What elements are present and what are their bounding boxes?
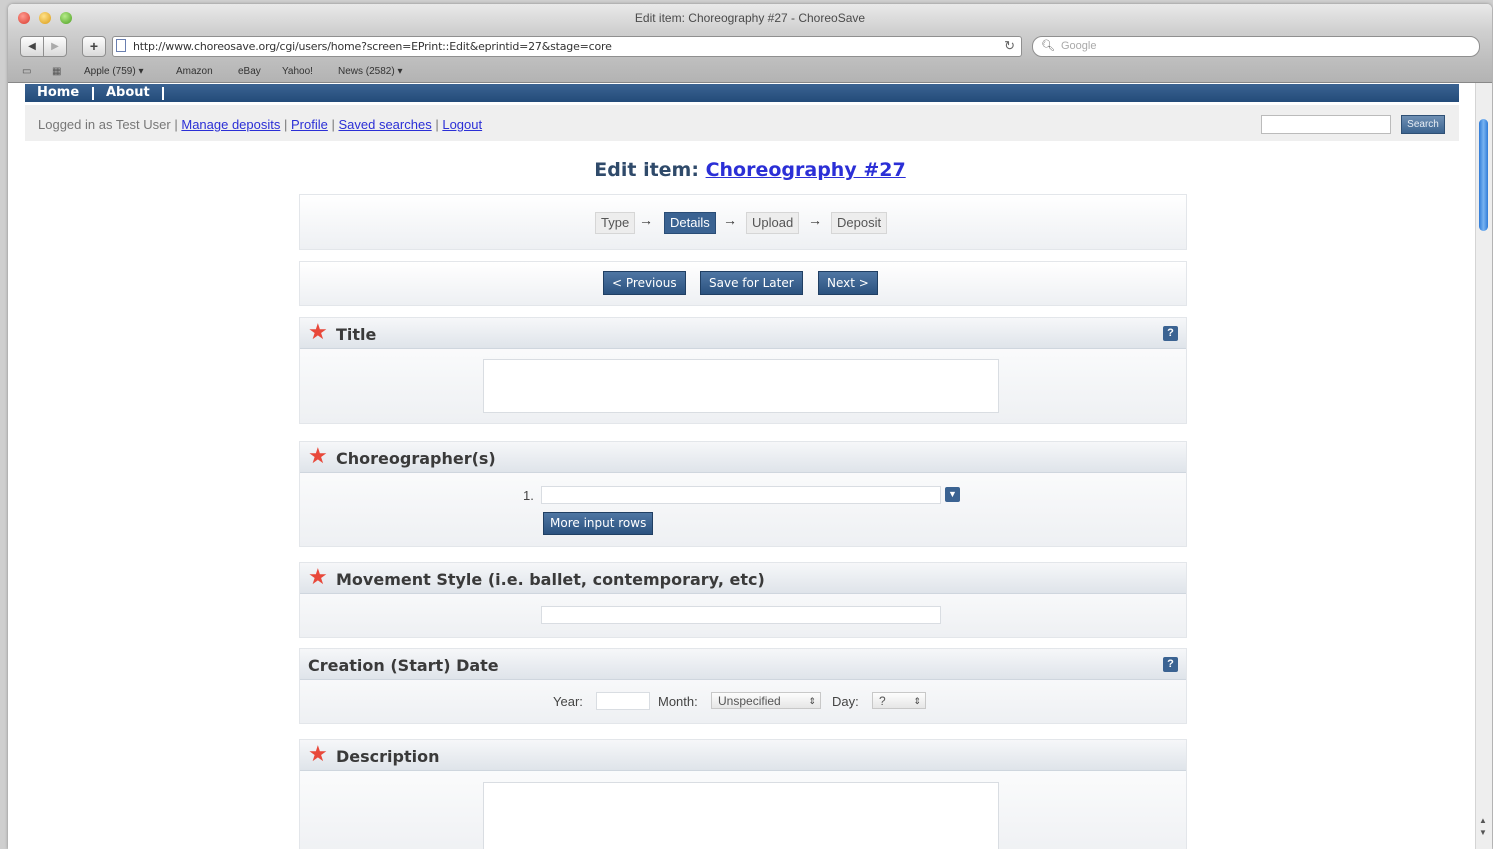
window-title: Edit item: Choreography #27 - ChoreoSave bbox=[634, 11, 866, 25]
section-header: ★ Choreographer(s) bbox=[300, 442, 1186, 473]
bookmark-item[interactable]: News (2582) ▾ bbox=[338, 66, 403, 77]
section-header: ★ Title ? bbox=[300, 318, 1186, 349]
right-arrow-icon: → bbox=[639, 212, 653, 228]
movement-style-label: Movement Style (i.e. ballet, contemporar… bbox=[336, 570, 765, 589]
profile-link[interactable]: Profile bbox=[291, 117, 328, 132]
manage-deposits-link[interactable]: Manage deposits bbox=[181, 117, 280, 132]
month-label: Month: bbox=[658, 694, 698, 709]
back-arrow-icon: ◀ bbox=[28, 41, 36, 52]
required-star-icon: ★ bbox=[308, 564, 328, 589]
select-arrows-icon: ⇕ bbox=[913, 696, 921, 706]
title-textarea[interactable] bbox=[483, 359, 999, 413]
select-arrows-icon: ⇕ bbox=[808, 696, 816, 706]
month-select[interactable]: Unspecified ⇕ bbox=[711, 692, 821, 709]
magnifier-icon: 🔍︎ bbox=[1041, 40, 1055, 52]
reading-list-icon[interactable]: ▭ bbox=[22, 66, 31, 77]
title-section: ★ Title ? bbox=[299, 317, 1187, 424]
logged-in-status: Logged in as Test User bbox=[38, 117, 171, 132]
back-button[interactable]: ◀ bbox=[20, 36, 44, 57]
nav-home-link[interactable]: Home bbox=[37, 84, 79, 102]
forward-arrow-icon: ▶ bbox=[51, 41, 59, 52]
step-details[interactable]: Details bbox=[664, 212, 716, 234]
scroll-up-icon[interactable]: ▲ bbox=[1479, 816, 1487, 825]
required-star-icon: ★ bbox=[308, 319, 328, 344]
move-down-icon[interactable]: ▼ bbox=[945, 487, 960, 502]
forward-button[interactable]: ▶ bbox=[43, 36, 67, 57]
help-icon[interactable]: ? bbox=[1163, 657, 1178, 672]
required-star-icon: ★ bbox=[308, 741, 328, 766]
page-icon bbox=[116, 39, 126, 52]
description-section: ★ Description bbox=[299, 739, 1187, 849]
title-bar: Edit item: Choreography #27 - ChoreoSave bbox=[8, 4, 1492, 32]
page-title-prefix: Edit item: bbox=[594, 159, 699, 181]
movement-style-input[interactable] bbox=[541, 606, 941, 624]
month-select-value: Unspecified bbox=[718, 694, 781, 708]
choreographers-label: Choreographer(s) bbox=[336, 449, 496, 468]
item-link[interactable]: Choreography #27 bbox=[706, 159, 906, 181]
bookmark-item[interactable]: Yahoo! bbox=[282, 66, 313, 77]
next-button[interactable]: Next > bbox=[818, 271, 878, 295]
more-input-rows-button[interactable]: More input rows bbox=[543, 512, 654, 535]
page-title: Edit item: Choreography #27 bbox=[8, 159, 1476, 181]
nav-divider bbox=[162, 87, 164, 100]
browser-search-placeholder: Google bbox=[1061, 40, 1097, 52]
scroll-down-icon[interactable]: ▼ bbox=[1479, 828, 1487, 837]
form-navigation: < Previous Save for Later Next > bbox=[299, 261, 1187, 306]
scrollbar-thumb[interactable] bbox=[1479, 119, 1488, 231]
day-label: Day: bbox=[832, 694, 859, 709]
step-deposit[interactable]: Deposit bbox=[831, 212, 888, 234]
section-header: ★ Movement Style (i.e. ballet, contempor… bbox=[300, 563, 1186, 594]
choreographers-section: ★ Choreographer(s) 1. ▼ More input rows bbox=[299, 441, 1187, 547]
choreographer-input[interactable] bbox=[541, 486, 941, 504]
bookmark-item[interactable]: Apple (759) ▾ bbox=[84, 66, 144, 77]
bookmarks-bar: ▭ ▦ Apple (759) ▾ Amazon eBay Yahoo! New… bbox=[8, 62, 1492, 83]
bookmarks-grid-icon[interactable]: ▦ bbox=[52, 66, 61, 77]
right-arrow-icon: → bbox=[808, 212, 822, 228]
description-textarea[interactable] bbox=[483, 782, 999, 849]
description-label: Description bbox=[336, 747, 440, 766]
creation-date-section: Creation (Start) Date ? Year: Month: Uns… bbox=[299, 648, 1187, 724]
day-select[interactable]: ? ⇕ bbox=[872, 692, 926, 709]
site-top-nav: Home About bbox=[25, 84, 1459, 102]
bookmark-item[interactable]: eBay bbox=[238, 66, 261, 77]
step-upload[interactable]: Upload bbox=[746, 212, 800, 234]
section-header: Creation (Start) Date ? bbox=[300, 649, 1186, 680]
address-bar[interactable]: http://www.choreosave.org/cgi/users/home… bbox=[112, 36, 1022, 57]
help-icon[interactable]: ? bbox=[1163, 326, 1178, 341]
logout-link[interactable]: Logout bbox=[442, 117, 482, 132]
browser-window: Edit item: Choreography #27 - ChoreoSave… bbox=[8, 4, 1492, 849]
previous-button[interactable]: < Previous bbox=[603, 271, 686, 295]
nav-divider bbox=[92, 87, 94, 100]
movement-style-section: ★ Movement Style (i.e. ballet, contempor… bbox=[299, 562, 1187, 638]
site-search-button[interactable]: Search bbox=[1401, 115, 1445, 134]
browser-toolbar: ◀ ▶ + http://www.choreosave.org/cgi/user… bbox=[8, 32, 1492, 62]
year-label: Year: bbox=[553, 694, 583, 709]
creation-date-label: Creation (Start) Date bbox=[308, 656, 499, 675]
saved-searches-link[interactable]: Saved searches bbox=[338, 117, 431, 132]
bookmark-item[interactable]: Amazon bbox=[176, 66, 213, 77]
page-content: Home About Logged in as Test User | Mana… bbox=[8, 83, 1476, 849]
user-bar-text: Logged in as Test User | Manage deposits… bbox=[38, 117, 483, 132]
address-bar-url: http://www.choreosave.org/cgi/users/home… bbox=[133, 40, 612, 53]
section-header: ★ Description bbox=[300, 740, 1186, 771]
add-bookmark-button[interactable]: + bbox=[82, 36, 106, 57]
step-type[interactable]: Type bbox=[595, 212, 636, 234]
browser-search-field[interactable]: 🔍︎ Google bbox=[1032, 36, 1480, 57]
reload-icon[interactable]: ↻ bbox=[1004, 38, 1015, 54]
save-for-later-button[interactable]: Save for Later bbox=[700, 271, 803, 295]
workflow-steps: Type → Details → Upload → Deposit bbox=[299, 194, 1187, 250]
vertical-scrollbar[interactable]: ▲ ▼ bbox=[1475, 83, 1492, 849]
site-search-input[interactable] bbox=[1261, 115, 1391, 134]
user-bar: Logged in as Test User | Manage deposits… bbox=[25, 105, 1459, 141]
title-label: Title bbox=[336, 325, 377, 344]
day-select-value: ? bbox=[879, 694, 886, 708]
nav-about-link[interactable]: About bbox=[106, 84, 150, 102]
row-number: 1. bbox=[523, 488, 534, 503]
year-input[interactable] bbox=[596, 692, 650, 710]
plus-icon: + bbox=[89, 38, 99, 54]
required-star-icon: ★ bbox=[308, 443, 328, 468]
right-arrow-icon: → bbox=[723, 212, 737, 228]
